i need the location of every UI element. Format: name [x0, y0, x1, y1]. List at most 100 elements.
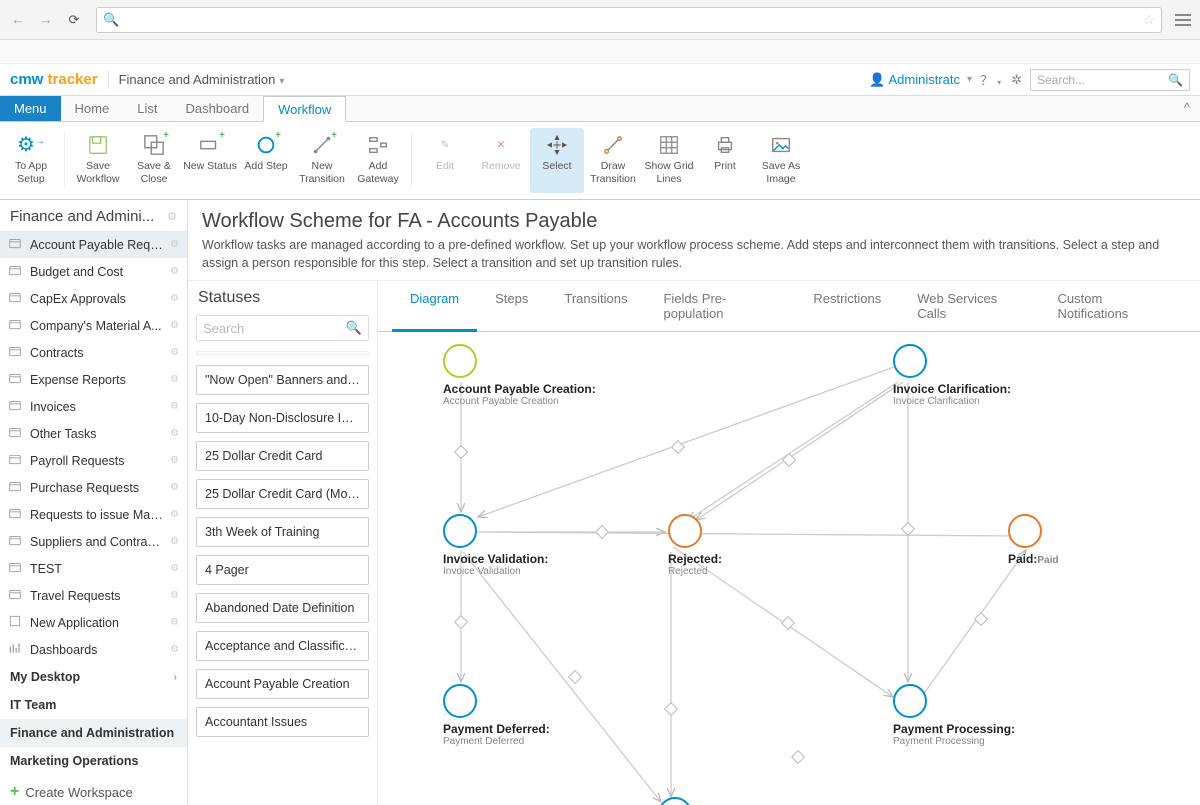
sidebar-item[interactable]: Budget and Cost⚙ — [0, 258, 187, 285]
create-workspace-button[interactable]: +Create Workspace — [0, 775, 187, 805]
gear-icon[interactable]: ⚙ — [170, 482, 179, 493]
gear-icon[interactable]: ⚙ — [170, 374, 179, 385]
status-list-item[interactable]: 10-Day Non-Disclosure Init... — [196, 403, 369, 433]
gear-icon[interactable]: ⚙ — [170, 617, 179, 628]
tab-dashboard[interactable]: Dashboard — [171, 96, 263, 121]
node-validation[interactable]: Invoice Validation: Invoice Validation — [443, 514, 548, 577]
status-list-item[interactable]: Account Payable Creation — [196, 669, 369, 699]
sidebar-item[interactable]: Invoices⚙ — [0, 393, 187, 420]
node-rejected[interactable]: Rejected: Rejected — [668, 514, 722, 577]
workflow-canvas[interactable]: Account Payable Creation: Account Payabl… — [378, 332, 1200, 805]
settings-gear-icon[interactable]: ✲ — [1009, 70, 1024, 90]
sidebar-item[interactable]: Dashboards ⚙ — [0, 636, 187, 663]
sidebar-item[interactable]: Payroll Requests⚙ — [0, 447, 187, 474]
sidebar-item-label: Requests to issue Mat... — [30, 508, 164, 522]
reload-button[interactable]: ⟳ — [62, 8, 86, 32]
tab-workflow[interactable]: Workflow — [263, 96, 346, 122]
sidebar-item[interactable]: TEST⚙ — [0, 555, 187, 582]
status-list-item[interactable]: Acceptance and Classificati... — [196, 631, 369, 661]
sidebar-item[interactable]: Company's Material A...⚙ — [0, 312, 187, 339]
sidebar-item[interactable]: Travel Requests⚙ — [0, 582, 187, 609]
gear-icon[interactable]: ⚙ — [170, 563, 179, 574]
select-button[interactable]: Select — [530, 128, 584, 193]
tab-list[interactable]: List — [123, 96, 171, 121]
sidebar-item[interactable]: Contracts⚙ — [0, 339, 187, 366]
status-list-item[interactable]: Accountant Issues — [196, 707, 369, 737]
node-processing[interactable]: Payment Processing: Payment Processing — [893, 684, 1015, 747]
save-workflow-button[interactable]: Save Workflow — [71, 128, 125, 193]
folder-icon — [8, 506, 24, 523]
status-list-item[interactable]: 3th Week of Training — [196, 517, 369, 547]
help-icon[interactable]: ？▾ — [978, 68, 1003, 91]
sidebar-item[interactable]: Suppliers and Contrac...⚙ — [0, 528, 187, 555]
gear-icon[interactable]: ⚙ — [170, 293, 179, 304]
sidebar-item[interactable]: Expense Reports ⚙ — [0, 366, 187, 393]
draw-transition-button[interactable]: Draw Transition — [586, 128, 640, 193]
dtab-transitions[interactable]: Transitions — [546, 281, 645, 331]
node-start[interactable]: Account Payable Creation: Account Payabl… — [443, 344, 596, 407]
browser-menu-button[interactable] — [1172, 9, 1194, 31]
dtab-notifications[interactable]: Custom Notifications — [1040, 281, 1186, 331]
gear-icon[interactable]: ⚙ — [167, 210, 177, 223]
status-search-input[interactable]: Search🔍 — [196, 315, 369, 341]
sidebar-item[interactable]: Purchase Requests⚙ — [0, 474, 187, 501]
sidebar-group[interactable]: Marketing Operations — [0, 747, 187, 775]
status-list-item[interactable]: "Now Open" Banners and/... — [196, 365, 369, 395]
forward-button[interactable]: → — [34, 8, 58, 32]
sidebar-group[interactable]: IT Team — [0, 691, 187, 719]
save-image-button[interactable]: Save As Image — [754, 128, 808, 193]
node-bottom[interactable] — [658, 797, 692, 805]
statuses-title: Statuses — [196, 281, 369, 315]
dtab-diagram[interactable]: Diagram — [392, 281, 477, 332]
sidebar-item[interactable]: Other Tasks⚙ — [0, 420, 187, 447]
gear-icon[interactable]: ⚙ — [170, 266, 179, 277]
star-icon[interactable]: ☆ — [1143, 12, 1155, 28]
dtab-prepop[interactable]: Fields Pre-population — [645, 281, 795, 331]
add-gateway-button[interactable]: Add Gateway — [351, 128, 405, 193]
user-menu[interactable]: 👤Administratc▾ — [869, 72, 972, 88]
sidebar-item-label: Expense Reports — [30, 373, 164, 387]
sidebar-item-label: Dashboards — [30, 643, 164, 657]
gear-icon[interactable]: ⚙ — [170, 401, 179, 412]
dtab-webservices[interactable]: Web Services Calls — [899, 281, 1039, 331]
node-paid[interactable]: Paid:Paid — [1008, 514, 1058, 566]
new-transition-button[interactable]: +New Transition — [295, 128, 349, 193]
gear-icon[interactable]: ⚙ — [170, 347, 179, 358]
node-deferred[interactable]: Payment Deferred: Payment Deferred — [443, 684, 550, 747]
tab-home[interactable]: Home — [61, 96, 124, 121]
save-close-button[interactable]: +Save & Close — [127, 128, 181, 193]
status-list-item[interactable]: 25 Dollar Credit Card — [196, 441, 369, 471]
header-search-input[interactable]: Search...🔍 — [1030, 69, 1190, 91]
gear-icon[interactable]: ⚙ — [170, 644, 179, 655]
tab-menu[interactable]: Menu — [0, 96, 61, 121]
sidebar-item[interactable]: CapEx Approvals⚙ — [0, 285, 187, 312]
gear-icon[interactable]: ⚙ — [170, 536, 179, 547]
node-clarification[interactable]: Invoice Clarification: Invoice Clarifica… — [893, 344, 1011, 407]
sidebar-item[interactable]: Account Payable Requ...⚙ — [0, 231, 187, 258]
print-button[interactable]: Print — [698, 128, 752, 193]
sidebar-group[interactable]: My Desktop› — [0, 663, 187, 691]
status-list-item[interactable]: 4 Pager — [196, 555, 369, 585]
to-app-setup-button[interactable]: ⚙→To App Setup — [4, 128, 58, 193]
gear-icon[interactable]: ⚙ — [170, 239, 179, 250]
dtab-restrictions[interactable]: Restrictions — [795, 281, 899, 331]
new-status-button[interactable]: +New Status — [183, 128, 237, 193]
status-list-item[interactable]: Abandoned Date Definition — [196, 593, 369, 623]
ribbon-collapse-button[interactable]: ^ — [1174, 96, 1200, 121]
grid-button[interactable]: Show Grid Lines — [642, 128, 696, 193]
back-button[interactable]: ← — [6, 8, 30, 32]
gear-icon[interactable]: ⚙ — [170, 455, 179, 466]
gear-icon[interactable]: ⚙ — [170, 320, 179, 331]
status-list-item[interactable]: 25 Dollar Credit Card (Moc... — [196, 479, 369, 509]
gear-icon[interactable]: ⚙ — [170, 428, 179, 439]
sidebar-group[interactable]: Finance and Administration — [0, 719, 187, 747]
dtab-steps[interactable]: Steps — [477, 281, 546, 331]
breadcrumb[interactable]: Finance and Administration▾ — [119, 72, 285, 87]
sidebar-item[interactable]: New Application⚙ — [0, 609, 187, 636]
sidebar-item[interactable]: Requests to issue Mat... ⚙ — [0, 501, 187, 528]
url-bar[interactable]: 🔍 ☆ — [96, 7, 1162, 33]
folder-icon — [8, 533, 24, 550]
gear-icon[interactable]: ⚙ — [170, 509, 179, 520]
gear-icon[interactable]: ⚙ — [170, 590, 179, 601]
add-step-button[interactable]: +Add Step — [239, 128, 293, 193]
